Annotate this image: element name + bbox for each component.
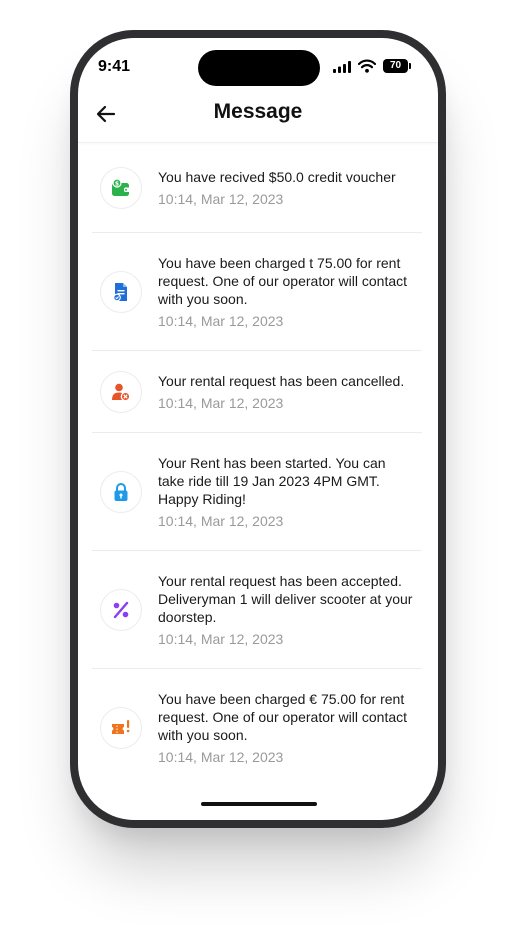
wallet-icon: $ [112,177,130,196]
message-icon-container [100,588,142,631]
battery-icon: 70 [383,59,408,73]
cellular-signal-icon [333,61,351,73]
message-list: $ You have recived $50.0 credit voucher … [92,143,422,787]
document-icon [113,282,127,301]
battery-tip [409,63,411,69]
message-item[interactable]: $ You have recived $50.0 credit voucher … [92,143,422,233]
wifi-icon [358,59,376,73]
page-title: Message [213,100,303,123]
message-text: You have been charged € 75.00 for rent r… [158,691,408,743]
message-icon-container [100,707,142,749]
status-time: 9:41 [98,58,131,75]
percent-icon [113,601,129,618]
message-timestamp: 10:14, Mar 12, 2023 [158,630,284,647]
message-icon-container [100,470,142,513]
message-text: Your Rent has been started. You can take… [158,454,386,507]
message-item[interactable]: Your rental request has been cancelled. … [92,351,422,433]
message-text: You have recived $50.0 credit voucher [158,168,396,185]
message-text: Your rental request has been cancelled. [158,372,405,389]
home-indicator[interactable] [201,802,317,806]
dynamic-island [198,50,320,86]
svg-text:$: $ [115,180,119,187]
phone-screen: 9:41 70 Message $ You have recived $50.0… [78,38,438,820]
message-item[interactable]: You have been charged € 75.00 for rent r… [92,669,422,787]
message-text: You have been charged t 75.00 for rent r… [158,254,408,307]
message-icon-container [100,270,142,313]
status-bar: 9:41 70 [78,38,438,94]
message-timestamp: 10:14, Mar 12, 2023 [158,394,284,411]
user-cancel-icon [112,383,131,401]
message-timestamp: 10:14, Mar 12, 2023 [158,190,284,207]
message-item[interactable]: You have been charged t 75.00 for rent r… [92,233,422,351]
message-item[interactable]: Your Rent has been started. You can take… [92,433,422,551]
app-header: Message [78,94,438,143]
message-text: Your rental request has been accepted. D… [158,572,413,625]
message-timestamp: 10:14, Mar 12, 2023 [158,749,284,765]
ticket-alert-icon [112,720,130,734]
message-icon-container [100,370,142,413]
message-timestamp: 10:14, Mar 12, 2023 [158,312,284,329]
message-item[interactable]: Your rental request has been accepted. D… [92,551,422,669]
message-timestamp: 10:14, Mar 12, 2023 [158,512,284,529]
lock-icon [114,482,128,501]
battery-level: 70 [389,60,402,71]
message-icon-container: $ [100,166,142,209]
